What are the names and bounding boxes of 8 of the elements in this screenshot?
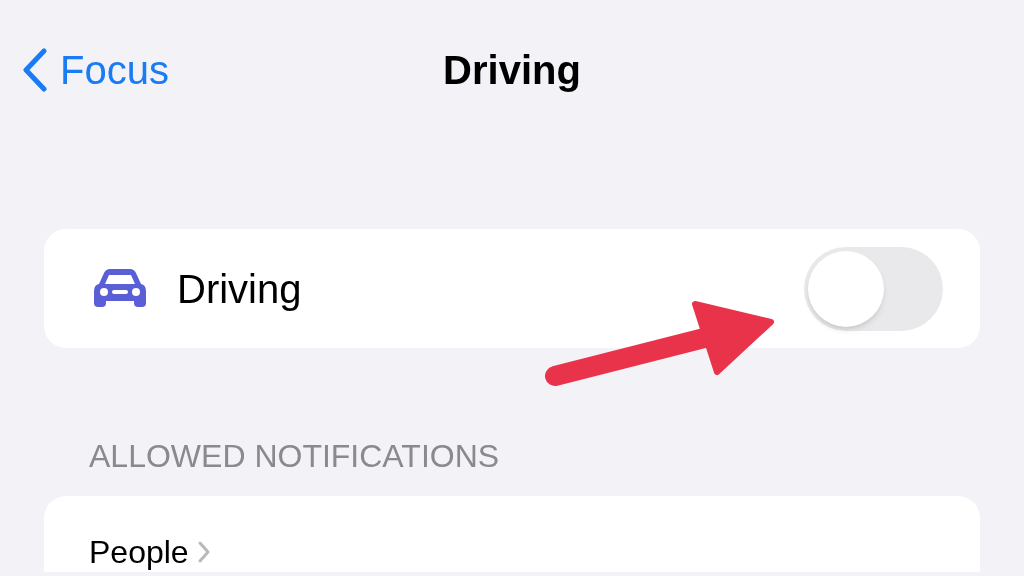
car-icon bbox=[92, 268, 148, 309]
back-button[interactable]: Focus bbox=[22, 48, 169, 92]
section-header: ALLOWED NOTIFICATIONS bbox=[88, 440, 501, 472]
list-row[interactable]: People bbox=[89, 532, 980, 572]
chevron-right-icon bbox=[196, 540, 211, 564]
page-title: Driving bbox=[443, 50, 581, 90]
focus-label: Driving bbox=[177, 265, 302, 313]
chevron-left-icon bbox=[22, 48, 48, 92]
